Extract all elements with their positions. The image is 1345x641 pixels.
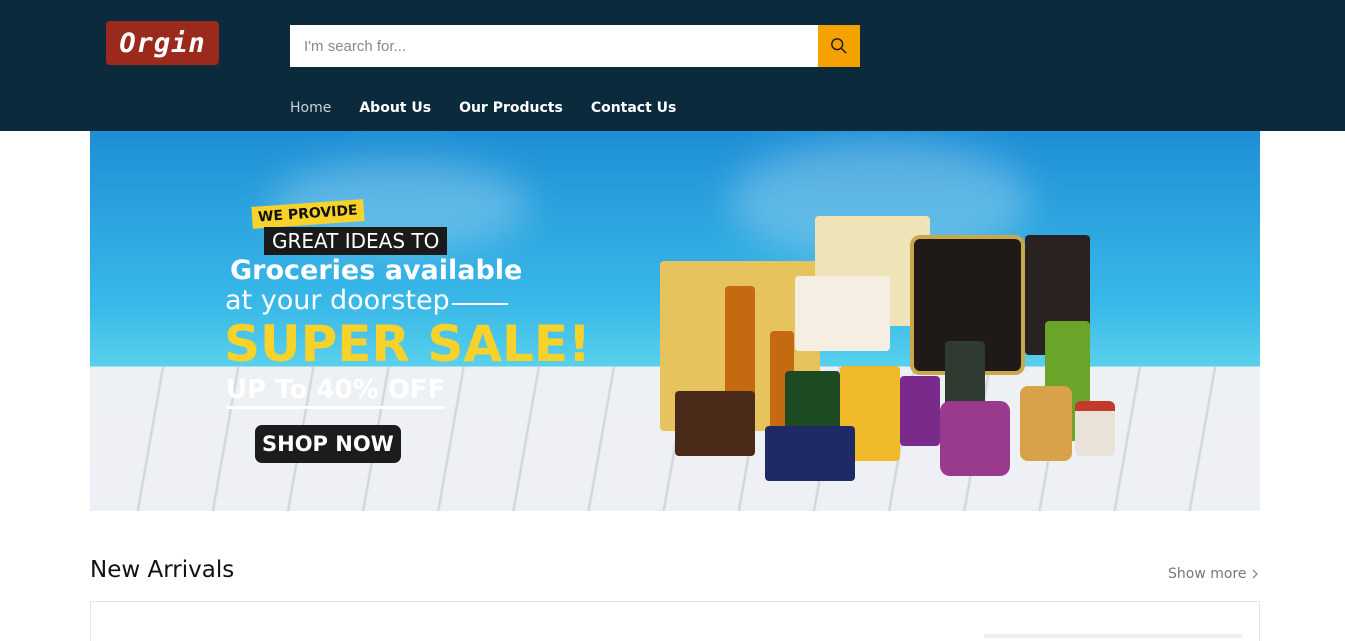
section-title-new-arrivals: New Arrivals [90,557,235,583]
product-tin-pickle [940,401,1010,476]
show-more-link[interactable]: Show more [1168,566,1259,582]
product-tin-paste [1075,401,1115,456]
show-more-label: Show more [1168,566,1247,582]
nav-contact-us[interactable]: Contact Us [591,100,677,116]
search-button[interactable] [818,25,860,67]
search-icon [831,38,847,54]
brand-logo[interactable]: Orgin [106,21,219,65]
search-bar [290,25,860,67]
product-pack-snacks [675,391,755,456]
shop-now-button[interactable]: SHOP NOW [255,425,401,463]
nav-our-products[interactable]: Our Products [459,100,563,116]
banner-line-doorstep-text: at your doorstep [225,285,450,316]
product-card-image[interactable] [984,634,1242,638]
banner-product-image [660,211,1130,511]
search-input[interactable] [290,25,818,67]
chevron-right-icon [1252,569,1258,579]
banner-dash [451,303,508,305]
banner-tag-great-ideas: GREAT IDEAS TO [264,227,448,255]
main-nav: Home About Us Our Products Contact Us [290,100,676,116]
product-jar-butter [1020,386,1072,461]
banner-headline: SUPER SALE! [224,315,591,373]
nav-home[interactable]: Home [290,100,331,116]
banner-line-doorstep: at your doorstep [225,285,508,316]
banner-offer: UP To 40% OFF [226,375,446,409]
hero-banner[interactable]: WE PROVIDE GREAT IDEAS TO Groceries avai… [90,131,1260,511]
site-header: Orgin Home About Us Our Products Contact… [0,0,1345,131]
product-pack-muri [795,276,890,351]
banner-line-groceries: Groceries available [230,255,523,286]
product-pack-honey [900,376,940,446]
product-pack-nuts [765,426,855,481]
nav-about-us[interactable]: About Us [359,100,431,116]
logo-text: Orgin [119,27,206,59]
